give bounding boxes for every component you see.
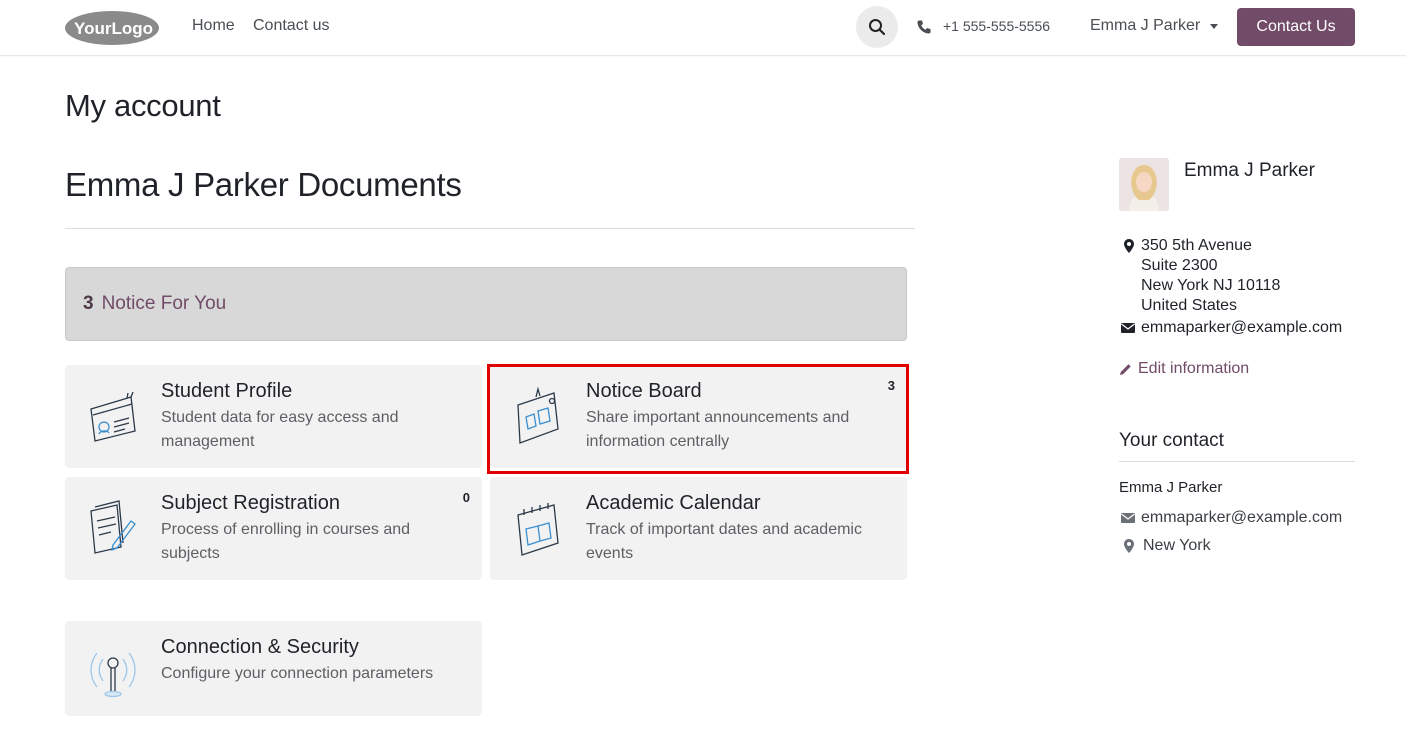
pencil-icon [1120,363,1131,375]
map-marker-icon [1124,239,1134,253]
top-navbar: YourLogo Home Contact us +1 555-555-5556… [0,0,1406,56]
card-description: Track of important dates and academic ev… [586,521,862,562]
nav-home[interactable]: Home [192,17,235,35]
logo-text: YourLogo [74,19,153,38]
documents-title: Emma J Parker Documents [65,166,462,203]
card-student-profile[interactable]: Student Profile Student data for easy ac… [65,365,482,468]
divider [1119,461,1355,462]
search-icon [869,19,886,36]
notice-alert[interactable]: 3 Notice For You [65,267,907,341]
phone-icon [917,20,931,34]
student-profile-icon [90,391,136,442]
card-academic-calendar[interactable]: Academic Calendar Track of important dat… [490,477,907,580]
page-title: My account [65,88,221,123]
connection-security-icon [90,652,136,698]
address-line: United States [1141,297,1238,314]
notice-label: Notice For You [101,293,227,314]
your-contact-title: Your contact [1119,430,1224,451]
user-menu[interactable]: Emma J Parker [1090,17,1219,35]
map-marker-icon [1124,539,1134,553]
card-description: Configure your connection parameters [161,665,434,682]
address-line: 350 5th Avenue [1141,237,1252,254]
envelope-icon [1121,513,1135,523]
address-line: New York NJ 10118 [1141,277,1281,294]
caret-down-icon [1210,23,1219,29]
card-description: Process of enrolling in courses and subj… [161,521,411,562]
address-line: Suite 2300 [1141,257,1218,274]
phone-number[interactable]: +1 555-555-5556 [943,18,1050,34]
subject-registration-icon [90,500,136,554]
card-description: Student data for easy access and managem… [161,409,399,450]
envelope-icon [1121,323,1135,333]
contact-us-button[interactable]: Contact Us [1237,8,1355,46]
edit-information-label: Edit information [1138,360,1250,377]
contact-email[interactable]: emmaparker@example.com [1141,509,1342,527]
card-connection-security[interactable]: Connection & Security Configure your con… [65,621,482,716]
profile-name: Emma J Parker [1184,160,1315,181]
highlight-box [487,364,909,474]
card-title: Academic Calendar [586,492,761,514]
contact-name: Emma J Parker [1119,479,1223,496]
nav-contact-us[interactable]: Contact us [253,17,329,35]
card-title: Student Profile [161,380,293,402]
academic-calendar-icon [517,503,559,556]
card-title: Subject Registration [161,492,340,514]
edit-information-link[interactable]: Edit information [1119,360,1249,378]
search-button[interactable] [856,6,898,48]
card-badge: 0 [462,490,470,505]
contact-city: New York [1143,537,1211,554]
card-subject-registration[interactable]: Subject Registration Process of enrollin… [65,477,482,580]
avatar [1119,158,1169,211]
logo[interactable]: YourLogo [64,9,161,47]
card-title: Connection & Security [161,636,359,658]
user-menu-label: Emma J Parker [1090,17,1201,34]
notice-count: 3 [83,293,94,314]
profile-email: emmaparker@example.com [1141,319,1343,336]
divider [65,228,915,229]
